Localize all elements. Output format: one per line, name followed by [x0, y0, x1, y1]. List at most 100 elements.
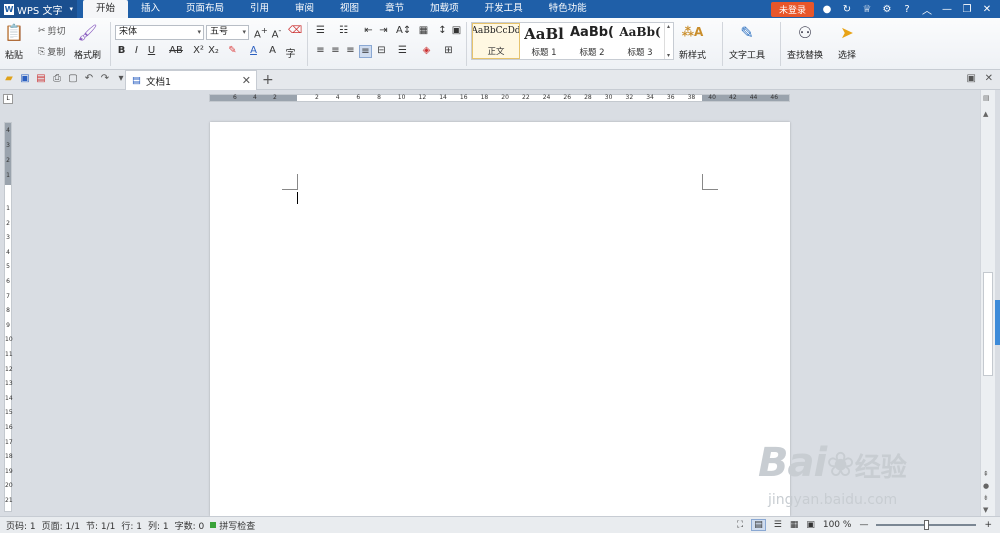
style-normal[interactable]: AaBbCcDd 正文	[472, 23, 520, 59]
app-menu-button[interactable]: W WPS 文字 ▾	[0, 0, 77, 18]
full-screen-icon[interactable]: ⛶	[737, 520, 743, 530]
menu-tab[interactable]: 章节	[372, 0, 417, 18]
menu-tab[interactable]: 引用	[237, 0, 282, 18]
vertical-ruler[interactable]: 4 3 2 1 1 2 3 4 5 6 7 8 9 10 11 12 13 14 15 16 17 18 19 20 21	[4, 122, 13, 512]
new-style-button[interactable]: ⁂A 新样式	[679, 22, 706, 61]
scroll-down-page-icon[interactable]: ⇟	[983, 494, 989, 502]
web-view-icon[interactable]: ▦	[790, 520, 799, 530]
text-tools-button[interactable]: ✎ 文字工具	[729, 22, 765, 62]
minimize-icon[interactable]: —	[940, 4, 954, 15]
select-browse-icon[interactable]: ●	[983, 482, 989, 490]
reading-view-icon[interactable]: ▣	[806, 520, 815, 530]
restore-doc-icon[interactable]: ▣	[967, 73, 976, 84]
text-direction-icon[interactable]: A↕	[396, 25, 411, 36]
document-page[interactable]	[210, 122, 790, 516]
phonetic-icon[interactable]: 字	[284, 45, 297, 60]
clear-format-icon[interactable]: ⌫	[288, 25, 302, 36]
login-button[interactable]: 未登录	[770, 1, 814, 17]
chevron-down-icon[interactable]: ▾	[667, 52, 670, 59]
menu-tab[interactable]: 视图	[327, 0, 372, 18]
increase-indent-icon[interactable]: ⇥	[377, 25, 390, 36]
line-spacing-icon[interactable]: ☰	[396, 45, 409, 56]
zoom-in-icon[interactable]: +	[984, 520, 992, 530]
horizontal-ruler[interactable]: 6 4 2 2 4 6 8 10 12 14 16 18 20 22 24 26 28 30 32 34 36 38 40 4…	[209, 94, 790, 102]
decrease-indent-icon[interactable]: ⇤	[362, 25, 375, 36]
underline-icon[interactable]: U	[145, 45, 158, 56]
ruler-toggle-icon[interactable]: ▤	[983, 94, 990, 102]
style-heading-1[interactable]: AaBl 标题 1	[520, 23, 568, 59]
char-shading-icon[interactable]: A	[266, 45, 279, 56]
settings-icon[interactable]: ⚙	[880, 4, 894, 15]
style-gallery[interactable]: AaBbCcDd 正文 AaBl 标题 1 AaBb( 标题 2 AaBb( 标…	[471, 22, 674, 60]
scroll-up-page-icon[interactable]: ⇞	[983, 470, 989, 478]
chevron-up-icon[interactable]: ▴	[667, 23, 670, 30]
copy-button[interactable]: ⎘ 复制	[38, 45, 65, 59]
scroll-up-icon[interactable]: ▲	[983, 110, 988, 118]
zoom-slider-knob[interactable]	[924, 520, 930, 530]
scroll-down-icon[interactable]: ▼	[983, 506, 988, 514]
bullet-list-icon[interactable]: ☰	[314, 25, 327, 36]
help-icon[interactable]: ?	[900, 4, 914, 15]
border-icon[interactable]: ⊞	[442, 45, 455, 56]
grow-font-icon[interactable]: A+	[254, 25, 268, 40]
style-heading-2[interactable]: AaBb( 标题 2	[568, 23, 616, 59]
zoom-slider[interactable]	[876, 520, 977, 530]
format-painter-button[interactable]: 🖌 格式刷	[74, 22, 101, 62]
undo-icon[interactable]: ↶	[82, 73, 96, 87]
sync-icon[interactable]: ↻	[840, 4, 854, 15]
font-size-select[interactable]: 五号 ▾	[206, 25, 249, 40]
show-marks-icon[interactable]: ▣	[450, 25, 463, 36]
print-preview-icon[interactable]: ▢	[66, 73, 80, 87]
document-tab[interactable]: ▤ 文档1 ✕	[125, 70, 257, 90]
shading-icon[interactable]: ◈	[420, 45, 433, 56]
status-word-count[interactable]: 字数: 0	[175, 519, 205, 532]
tab-stop-selector[interactable]: L	[3, 94, 13, 104]
close-icon[interactable]: ✕	[980, 4, 994, 15]
justify-icon[interactable]: ≡	[359, 45, 372, 58]
scrollbar-thumb[interactable]	[983, 272, 993, 376]
print-icon[interactable]: ⎙	[50, 73, 64, 87]
spell-check-toggle[interactable]: 拼写检查	[210, 519, 255, 532]
save-icon[interactable]: ▣	[18, 73, 32, 87]
zoom-level[interactable]: 100 %	[823, 520, 852, 530]
restore-icon[interactable]: ❐	[960, 4, 974, 15]
close-tab-icon[interactable]: ✕	[242, 74, 251, 87]
select-button[interactable]: ➤ 选择	[837, 22, 857, 62]
align-left-icon[interactable]: ≡	[314, 45, 327, 56]
record-icon[interactable]: ●	[820, 4, 834, 15]
menu-tab[interactable]: 审阅	[282, 0, 327, 18]
gallery-scroll[interactable]: ▴ ▾	[664, 23, 672, 59]
subscript-icon[interactable]: X₂	[207, 45, 220, 56]
sort-icon[interactable]: ↕	[436, 25, 449, 36]
align-right-icon[interactable]: ≡	[344, 45, 357, 56]
page-view-icon[interactable]: ▤	[751, 519, 766, 531]
highlight-icon[interactable]: ✎	[226, 45, 239, 56]
redo-icon[interactable]: ↷	[98, 73, 112, 87]
numbered-list-icon[interactable]: ☷	[337, 25, 350, 36]
table-icon[interactable]: ▦	[417, 25, 430, 36]
vertical-scrollbar[interactable]: ▤ ▲ ⇞ ● ⇟ ▼	[980, 90, 995, 516]
style-heading-3[interactable]: AaBb( 标题 3	[616, 23, 664, 59]
close-doc-icon[interactable]: ✕	[985, 73, 993, 84]
find-replace-button[interactable]: ⚇ 查找替换	[787, 22, 823, 62]
zoom-out-icon[interactable]: —	[859, 520, 868, 530]
menu-tab[interactable]: 加载项	[417, 0, 472, 18]
menu-tab[interactable]: 开发工具	[472, 0, 536, 18]
open-folder-icon[interactable]: ▰	[2, 73, 16, 87]
bold-icon[interactable]: B	[115, 45, 128, 56]
distribute-icon[interactable]: ⊟	[375, 45, 388, 56]
add-tab-icon[interactable]: +	[262, 72, 274, 88]
paste-button[interactable]: 📋 粘贴	[4, 22, 24, 62]
superscript-icon[interactable]: X²	[192, 45, 205, 56]
strikethrough-icon[interactable]: AB	[166, 45, 186, 56]
cut-button[interactable]: ✂ 剪切	[38, 24, 66, 38]
font-color-icon[interactable]: A	[247, 45, 260, 56]
menu-tab[interactable]: 插入	[128, 0, 173, 18]
italic-icon[interactable]: I	[130, 45, 143, 56]
align-center-icon[interactable]: ≡	[329, 45, 342, 56]
skin-icon[interactable]: ♕	[860, 4, 874, 15]
side-panel-handle[interactable]	[995, 300, 1000, 345]
menu-tab[interactable]: 特色功能	[536, 0, 600, 18]
menu-tab[interactable]: 开始	[82, 0, 128, 18]
outline-view-icon[interactable]: ☰	[774, 520, 782, 530]
